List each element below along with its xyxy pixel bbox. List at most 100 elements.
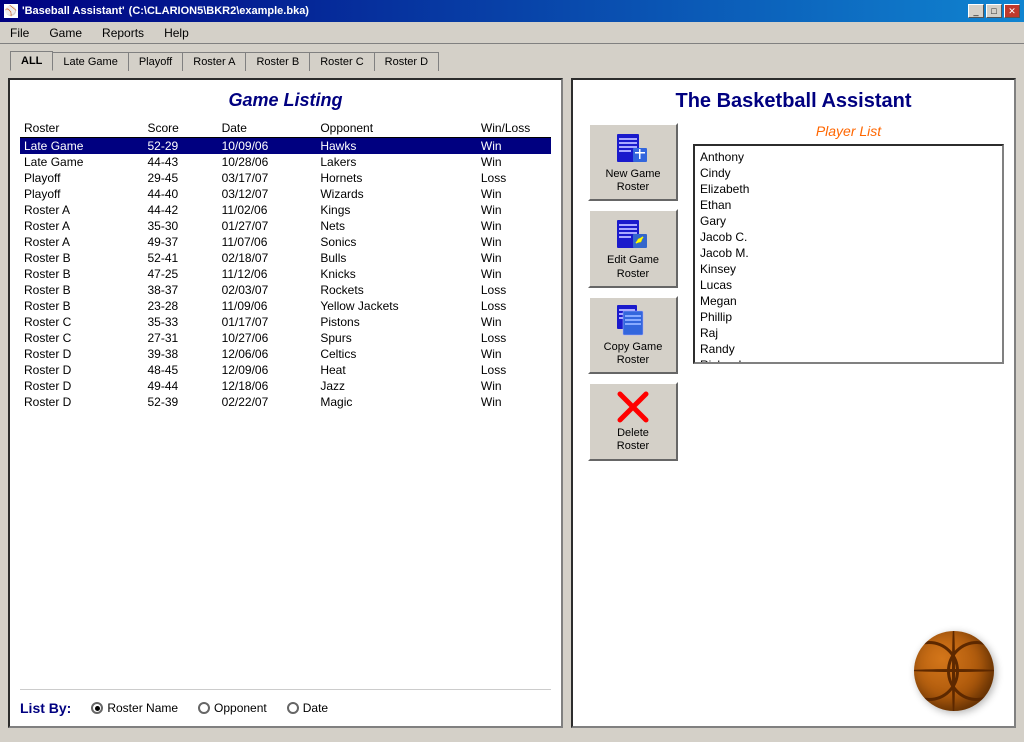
buttons-col: New GameRoster: [583, 123, 683, 716]
cell-opponent: Bulls: [316, 250, 477, 266]
radio-date-btn[interactable]: [287, 702, 299, 714]
table-row[interactable]: Roster B23-2811/09/06Yellow JacketsLoss: [20, 298, 551, 314]
menu-file[interactable]: File: [4, 24, 35, 42]
cell-winloss: Win: [477, 314, 551, 330]
radio-date[interactable]: Date: [287, 701, 328, 715]
list-item[interactable]: Megan: [698, 293, 999, 309]
close-button[interactable]: ✕: [1004, 4, 1020, 18]
table-row[interactable]: Roster D52-3902/22/07MagicWin: [20, 394, 551, 410]
title-bar-left: ⚾ 'Baseball Assistant' (C:\CLARION5\BKR2…: [4, 4, 309, 18]
cell-roster: Late Game: [20, 138, 143, 155]
cell-opponent: Pistons: [316, 314, 477, 330]
cell-winloss: Win: [477, 394, 551, 410]
cell-winloss: Win: [477, 186, 551, 202]
cell-score: 44-40: [143, 186, 217, 202]
radio-opponent[interactable]: Opponent: [198, 701, 267, 715]
radio-roster-name-label: Roster Name: [107, 701, 178, 715]
list-item[interactable]: Gary: [698, 213, 999, 229]
cell-score: 52-41: [143, 250, 217, 266]
tab-roster-d[interactable]: Roster D: [374, 52, 439, 71]
list-item[interactable]: Lucas: [698, 277, 999, 293]
table-row[interactable]: Roster C27-3110/27/06SpursLoss: [20, 330, 551, 346]
table-row[interactable]: Late Game44-4310/28/06LakersWin: [20, 154, 551, 170]
menu-reports[interactable]: Reports: [96, 24, 150, 42]
radio-opponent-btn[interactable]: [198, 702, 210, 714]
menu-help[interactable]: Help: [158, 24, 195, 42]
cell-roster: Late Game: [20, 154, 143, 170]
cell-score: 38-37: [143, 282, 217, 298]
main-content: Game Listing Roster Score Date Opponent …: [0, 70, 1024, 736]
cell-score: 52-29: [143, 138, 217, 155]
table-row[interactable]: Roster D39-3812/06/06CelticsWin: [20, 346, 551, 362]
tab-roster-b[interactable]: Roster B: [245, 52, 310, 71]
tab-playoff[interactable]: Playoff: [128, 52, 183, 71]
list-item[interactable]: Phillip: [698, 309, 999, 325]
tab-roster-c[interactable]: Roster C: [309, 52, 374, 71]
cell-winloss: Win: [477, 234, 551, 250]
player-list-box[interactable]: AnthonyCindyElizabethEthanGaryJacob C.Ja…: [693, 144, 1004, 364]
basketball-ball: [914, 631, 994, 711]
table-row[interactable]: Roster B52-4102/18/07BullsWin: [20, 250, 551, 266]
list-item[interactable]: Randy: [698, 341, 999, 357]
table-row[interactable]: Roster A49-3711/07/06SonicsWin: [20, 234, 551, 250]
app-icon: ⚾: [4, 4, 18, 18]
new-roster-icon: [615, 130, 651, 166]
cell-date: 02/18/07: [218, 250, 317, 266]
cell-opponent: Nets: [316, 218, 477, 234]
radio-roster-name[interactable]: Roster Name: [91, 701, 178, 715]
list-item[interactable]: Kinsey: [698, 261, 999, 277]
assistant-title: The Basketball Assistant: [583, 90, 1004, 113]
table-row[interactable]: Roster D49-4412/18/06JazzWin: [20, 378, 551, 394]
cell-score: 48-45: [143, 362, 217, 378]
list-item[interactable]: Elizabeth: [698, 181, 999, 197]
cell-opponent: Wizards: [316, 186, 477, 202]
cell-winloss: Win: [477, 202, 551, 218]
player-list-title: Player List: [693, 123, 1004, 139]
table-row[interactable]: Roster B47-2511/12/06KnicksWin: [20, 266, 551, 282]
tab-late-game[interactable]: Late Game: [52, 52, 128, 71]
list-item[interactable]: Anthony: [698, 149, 999, 165]
cell-score: 27-31: [143, 330, 217, 346]
list-item[interactable]: Richard: [698, 357, 999, 364]
assistant-panel: The Basketball Assistant: [571, 78, 1016, 728]
cell-opponent: Kings: [316, 202, 477, 218]
list-item[interactable]: Jacob C.: [698, 229, 999, 245]
radio-roster-name-btn[interactable]: [91, 702, 103, 714]
maximize-button[interactable]: □: [986, 4, 1002, 18]
new-game-roster-button[interactable]: New GameRoster: [588, 123, 678, 201]
table-row[interactable]: Roster A35-3001/27/07NetsWin: [20, 218, 551, 234]
col-header-date: Date: [218, 119, 317, 138]
cell-roster: Playoff: [20, 186, 143, 202]
table-row[interactable]: Roster C35-3301/17/07PistonsWin: [20, 314, 551, 330]
cell-roster: Roster C: [20, 330, 143, 346]
game-table: Roster Score Date Opponent Win/Loss Late…: [20, 119, 551, 410]
cell-opponent: Magic: [316, 394, 477, 410]
table-row[interactable]: Roster A44-4211/02/06KingsWin: [20, 202, 551, 218]
edit-game-roster-button[interactable]: Edit GameRoster: [588, 209, 678, 287]
menu-game[interactable]: Game: [43, 24, 88, 42]
window-title: 'Baseball Assistant': [22, 5, 125, 17]
list-item[interactable]: Cindy: [698, 165, 999, 181]
window-path: (C:\CLARION5\BKR2\example.bka): [129, 5, 309, 17]
tab-roster-a[interactable]: Roster A: [182, 52, 246, 71]
cell-roster: Roster C: [20, 314, 143, 330]
cell-opponent: Sonics: [316, 234, 477, 250]
table-row[interactable]: Playoff29-4503/17/07HornetsLoss: [20, 170, 551, 186]
tab-all[interactable]: ALL: [10, 51, 53, 71]
table-row[interactable]: Roster B38-3702/03/07RocketsLoss: [20, 282, 551, 298]
table-row[interactable]: Late Game52-2910/09/06HawksWin: [20, 138, 551, 155]
table-row[interactable]: Playoff44-4003/12/07WizardsWin: [20, 186, 551, 202]
cell-score: 49-37: [143, 234, 217, 250]
delete-roster-button[interactable]: DeleteRoster: [588, 382, 678, 460]
cell-date: 02/03/07: [218, 282, 317, 298]
table-row[interactable]: Roster D48-4512/09/06HeatLoss: [20, 362, 551, 378]
minimize-button[interactable]: _: [968, 4, 984, 18]
cell-date: 03/12/07: [218, 186, 317, 202]
copy-game-roster-button[interactable]: Copy GameRoster: [588, 296, 678, 374]
radio-date-label: Date: [303, 701, 328, 715]
list-item[interactable]: Jacob M.: [698, 245, 999, 261]
cell-roster: Roster A: [20, 234, 143, 250]
cell-winloss: Win: [477, 250, 551, 266]
list-item[interactable]: Ethan: [698, 197, 999, 213]
list-item[interactable]: Raj: [698, 325, 999, 341]
